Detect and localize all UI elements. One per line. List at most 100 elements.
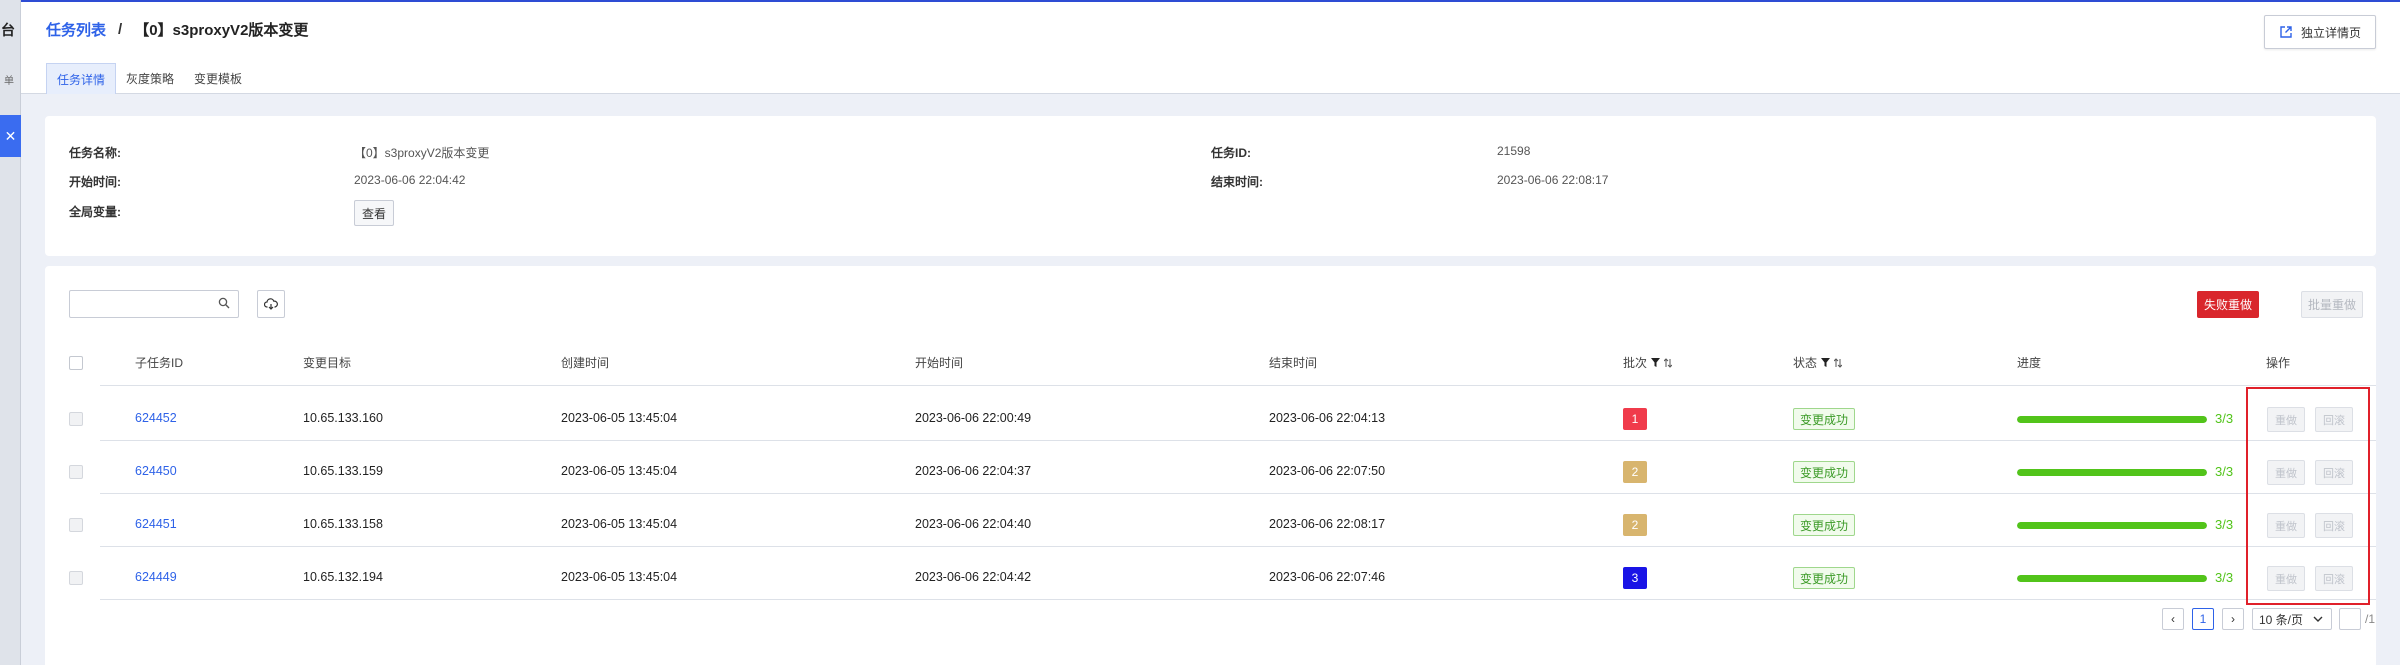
filter-icon[interactable] [1651, 358, 1661, 367]
prev-page-button[interactable]: ‹ [2162, 608, 2184, 630]
header-divider [100, 385, 2376, 386]
search-icon[interactable] [218, 297, 230, 309]
row-checkbox[interactable] [69, 412, 83, 426]
status-tag: 变更成功 [1793, 408, 1856, 430]
page-number-button[interactable]: 1 [2192, 608, 2214, 630]
task-info-card: 任务名称: 【0】s3proxyV2版本变更 任务ID: 21598 开始时间:… [45, 116, 2376, 256]
batch-badge: 2 [1623, 514, 1647, 536]
sort-icon[interactable] [1664, 357, 1673, 368]
column-header-subtask-id: 子任务ID [135, 354, 183, 371]
row-divider [100, 440, 2376, 441]
batch-retry-button[interactable]: 批量重做 [2301, 291, 2363, 318]
cloud-download-icon [264, 298, 278, 310]
target-cell: 10.65.133.158 [303, 517, 383, 531]
column-header-label: 结束时间 [1269, 356, 1318, 370]
column-header-label: 进度 [2017, 356, 2042, 370]
close-icon: ✕ [4, 127, 17, 144]
column-header-target: 变更目标 [303, 354, 351, 371]
column-header-end: 结束时间 [1269, 354, 1317, 371]
external-link-icon [2280, 26, 2292, 38]
column-header-label: 子任务ID [135, 356, 184, 370]
column-header-label: 变更目标 [303, 356, 352, 370]
breadcrumb-current: 【0】s3proxyV2版本变更 [134, 22, 309, 39]
subtask-id-link[interactable]: 624450 [135, 464, 177, 478]
tab-change-template[interactable]: 变更模板 [184, 63, 252, 94]
sort-icon[interactable] [1834, 357, 1843, 368]
breadcrumb: 任务列表 / 【0】s3proxyV2版本变更 [46, 19, 308, 40]
subtask-id-link[interactable]: 624451 [135, 517, 177, 531]
page-size-label: 10 条/页 [2259, 612, 2304, 627]
progress-text: 3/3 [2215, 517, 2234, 532]
progress-bar [2017, 469, 2207, 476]
progress-text: 3/3 [2215, 464, 2234, 479]
column-header-label: 批次 [1623, 356, 1648, 370]
column-header-actions: 操作 [2266, 354, 2290, 371]
actions-highlight-box [2246, 387, 2370, 605]
breadcrumb-link-task-list[interactable]: 任务列表 [46, 19, 106, 40]
breadcrumb-separator: / [118, 21, 123, 38]
page-size-select[interactable]: 10 条/页 [2252, 608, 2332, 630]
progress-bar [2017, 575, 2207, 582]
total-pages: /1 [2365, 612, 2376, 626]
fail-retry-button[interactable]: 失败重做 [2197, 291, 2259, 318]
start-time-cell: 2023-06-06 22:04:37 [915, 464, 1032, 478]
subtask-id-link[interactable]: 624452 [135, 411, 177, 425]
progress-fill [2017, 469, 2207, 476]
start-time-value: 2023-06-06 22:04:42 [354, 173, 466, 187]
status-tag: 变更成功 [1793, 567, 1856, 589]
batch-badge: 1 [1623, 408, 1647, 430]
search-input[interactable] [70, 291, 210, 317]
progress-bar [2017, 522, 2207, 529]
row-divider [100, 493, 2376, 494]
sidebar-close-button[interactable]: ✕ [0, 115, 21, 157]
tab-gray-strategy[interactable]: 灰度策略 [116, 63, 184, 94]
global-vars-label: 全局变量: [69, 205, 121, 219]
start-time-cell: 2023-06-06 22:04:40 [915, 517, 1032, 531]
batch-badge: 2 [1623, 461, 1647, 483]
column-header-progress: 进度 [2017, 354, 2041, 371]
progress-text: 3/3 [2215, 411, 2234, 426]
progress-fill [2017, 416, 2207, 423]
progress-fill [2017, 522, 2207, 529]
created-time-cell: 2023-06-05 13:45:04 [561, 411, 678, 425]
export-button[interactable] [257, 290, 285, 318]
left-sidebar-collapsed: 台 单 ✕ [0, 0, 21, 665]
column-header-label: 创建时间 [561, 356, 610, 370]
sidebar-char-2: 单 [4, 76, 14, 87]
column-header-batch: 批次 [1623, 354, 1673, 371]
row-divider [100, 546, 2376, 547]
row-checkbox[interactable] [69, 571, 83, 585]
start-time-cell: 2023-06-06 22:00:49 [915, 411, 1032, 425]
row-checkbox[interactable] [69, 518, 83, 532]
start-time-label: 开始时间: [69, 175, 121, 189]
standalone-detail-button[interactable]: 独立详情页 [2264, 15, 2376, 49]
column-header-start: 开始时间 [915, 354, 963, 371]
end-time-cell: 2023-06-06 22:07:50 [1269, 464, 1386, 478]
main-content: 任务列表 / 【0】s3proxyV2版本变更 独立详情页 任务详情 灰度策略 … [21, 2, 2400, 665]
select-all-checkbox[interactable] [69, 356, 83, 370]
filter-icon[interactable] [1821, 358, 1831, 367]
tab-task-detail[interactable]: 任务详情 [46, 63, 117, 94]
page-jump-input[interactable] [2339, 608, 2361, 630]
progress-text: 3/3 [2215, 570, 2234, 585]
task-name-value: 【0】s3proxyV2版本变更 [354, 146, 490, 160]
task-id-label: 任务ID: [1211, 146, 1251, 160]
row-divider [100, 599, 2376, 600]
created-time-cell: 2023-06-05 13:45:04 [561, 517, 678, 531]
end-time-cell: 2023-06-06 22:08:17 [1269, 517, 1386, 531]
end-time-cell: 2023-06-06 22:04:13 [1269, 411, 1386, 425]
column-header-label: 状态 [1793, 356, 1818, 370]
subtask-list-card: 失败重做 批量重做 子任务ID 变更目标 创建时间 开始时间 结束时间 批次 状… [45, 266, 2376, 665]
view-global-vars-button[interactable]: 查看 [354, 200, 394, 226]
next-page-button[interactable]: › [2222, 608, 2244, 630]
progress-fill [2017, 575, 2207, 582]
column-header-status: 状态 [1793, 354, 1843, 371]
column-header-label: 操作 [2266, 356, 2291, 370]
standalone-detail-label: 独立详情页 [2300, 25, 2361, 40]
column-header-label: 开始时间 [915, 356, 964, 370]
page-header: 任务列表 / 【0】s3proxyV2版本变更 独立详情页 任务详情 灰度策略 … [21, 2, 2400, 94]
start-time-cell: 2023-06-06 22:04:42 [915, 570, 1032, 584]
subtask-id-link[interactable]: 624449 [135, 570, 177, 584]
row-checkbox[interactable] [69, 465, 83, 479]
progress-bar [2017, 416, 2207, 423]
